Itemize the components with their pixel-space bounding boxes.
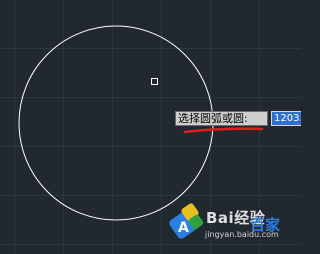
drawing-canvas[interactable]: A 选择圆弧或圆: 1203.3 Bai经验 百家 jingyan.baidu.… (0, 0, 301, 254)
command-prompt-text: 选择圆弧或圆: (178, 112, 248, 125)
pickbox-cursor (151, 78, 158, 85)
red-underline-annotation (183, 127, 264, 134)
svg-text:A: A (178, 220, 189, 236)
dynamic-input-field[interactable]: 1203.3 (271, 111, 301, 126)
watermark-url: jingyan.baidu.com (205, 230, 279, 239)
watermark-brand-text: Bai (206, 209, 235, 227)
command-prompt-tooltip: 选择圆弧或圆: (175, 111, 268, 126)
dynamic-input-value: 1203.3 (274, 113, 301, 124)
baidu-paw-logo-icon: A (169, 203, 204, 239)
